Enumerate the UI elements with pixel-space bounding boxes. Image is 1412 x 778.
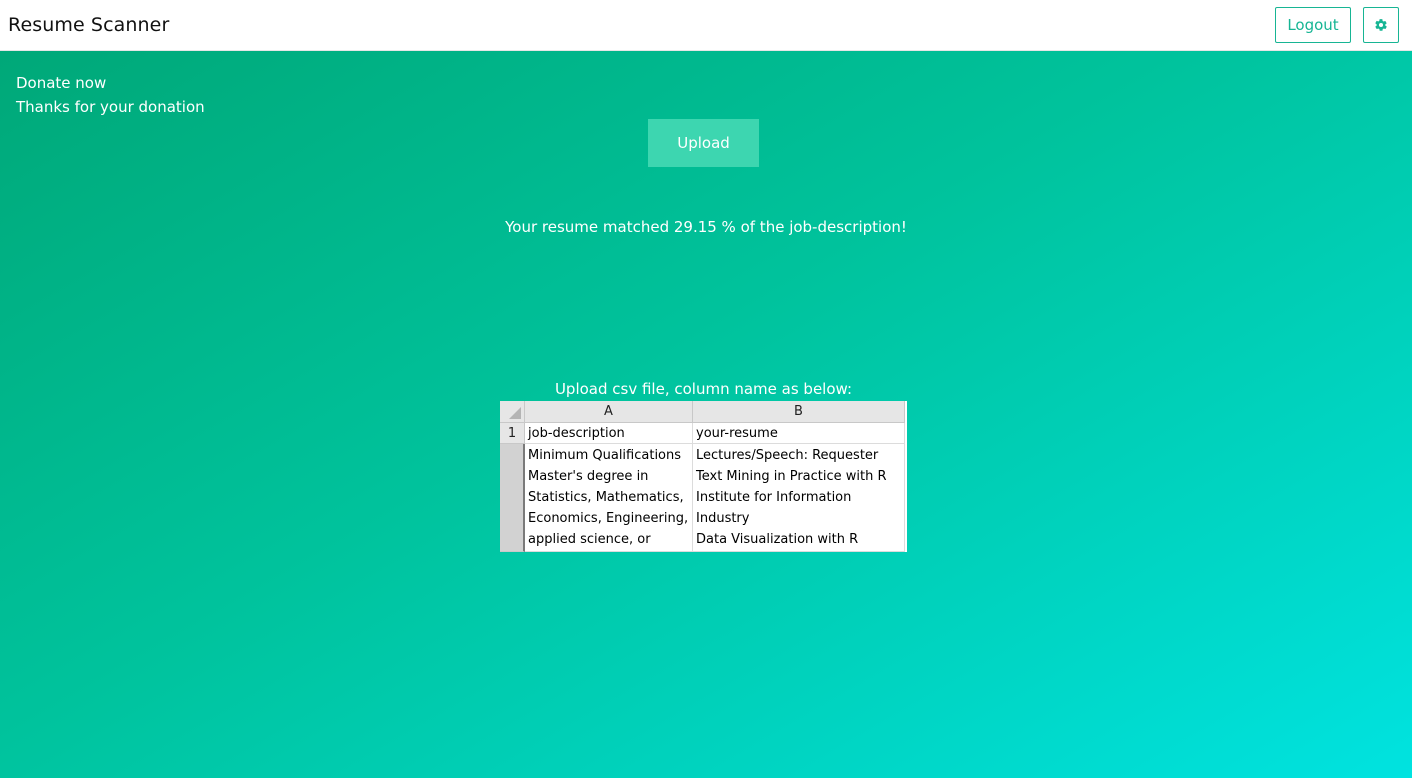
row-header-2 xyxy=(500,444,525,552)
gear-icon xyxy=(1375,19,1387,31)
cell-b2-line: Data Visualization with R xyxy=(696,532,859,547)
main-content: Donate now Thanks for your donation Uplo… xyxy=(0,51,1412,778)
cell-a2-line: applied science, or xyxy=(528,532,651,547)
csv-instruction-text: Upload csv file, column name as below: xyxy=(554,380,853,398)
cell-b2-line: Lectures/Speech: Requester xyxy=(696,448,879,463)
cell-a2-line: Statistics, Mathematics, xyxy=(528,490,684,505)
cell-a2-line: Minimum Qualifications xyxy=(528,448,682,463)
top-navbar: Resume Scanner Logout xyxy=(0,0,1412,51)
cell-a2: Minimum Qualifications Master's degree i… xyxy=(525,444,693,552)
thanks-message: Thanks for your donation xyxy=(16,98,205,116)
column-header-a: A xyxy=(525,401,693,423)
match-result-text: Your resume matched 29.15 % of the job-d… xyxy=(505,218,907,236)
cell-b1: your-resume xyxy=(693,423,905,444)
row-header-1: 1 xyxy=(500,423,525,444)
settings-button[interactable] xyxy=(1363,7,1399,43)
select-all-triangle-icon xyxy=(509,407,521,419)
cell-a2-line: Master's degree in xyxy=(528,469,649,484)
sheet-corner xyxy=(500,401,525,423)
cell-a1: job-description xyxy=(525,423,693,444)
csv-example-spreadsheet: A B 1 job-description your-resume Minimu… xyxy=(500,401,907,552)
cell-b2: Lectures/Speech: Requester Text Mining i… xyxy=(693,444,905,552)
upload-button[interactable]: Upload xyxy=(648,119,759,167)
cell-b2-line: Text Mining in Practice with R xyxy=(696,469,887,484)
cell-b2-line: Industry xyxy=(696,511,750,526)
cell-a2-line: Economics, Engineering, xyxy=(528,511,689,526)
column-header-b: B xyxy=(693,401,905,423)
app-title: Resume Scanner xyxy=(8,14,170,36)
donate-link[interactable]: Donate now xyxy=(16,74,106,92)
logout-button[interactable]: Logout xyxy=(1275,7,1351,43)
cell-b2-line: Institute for Information xyxy=(696,490,852,505)
